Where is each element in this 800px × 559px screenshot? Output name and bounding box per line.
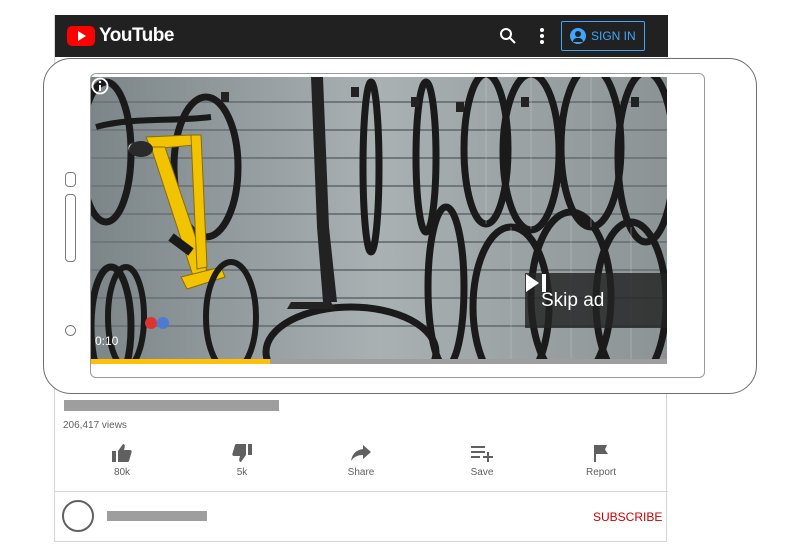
search-icon[interactable] (499, 27, 517, 45)
report-button[interactable]: Report (571, 443, 631, 478)
playlist-add-icon (471, 446, 493, 462)
sign-in-button[interactable]: SIGN IN (561, 21, 645, 51)
subscribe-button[interactable]: SUBSCRIBE (593, 510, 662, 524)
info-icon[interactable] (91, 77, 109, 95)
dislike-button[interactable]: 5k (212, 443, 272, 478)
ad-progress-bar[interactable] (91, 359, 667, 364)
share-button[interactable]: Share (331, 443, 391, 478)
view-count: 206,417 views (63, 420, 127, 431)
skip-next-icon (526, 274, 546, 292)
action-row: 80k 5k Share Save Report (55, 443, 668, 493)
channel-name-placeholder (107, 511, 207, 521)
ad-progress-fill (91, 359, 270, 364)
save-button[interactable]: Save (452, 443, 512, 478)
skip-ad-button[interactable]: Skip ad (525, 273, 667, 328)
brand-name: YouTube (99, 25, 174, 46)
report-label: Report (585, 467, 616, 478)
account-icon (570, 28, 586, 44)
share-label: Share (347, 467, 375, 478)
video-player[interactable]: Skip ad 0:10 (91, 77, 667, 364)
channel-avatar[interactable] (62, 500, 94, 532)
more-vert-icon[interactable] (535, 26, 549, 46)
save-label: Save (470, 467, 494, 478)
speaker-grille (65, 194, 76, 262)
divider (55, 491, 668, 492)
like-count: 80k (113, 467, 131, 478)
like-button[interactable]: 80k (92, 443, 152, 478)
thumb-down-icon (232, 444, 252, 462)
youtube-logo[interactable]: YouTube (67, 25, 174, 47)
camera-icon (65, 172, 76, 187)
home-button (65, 325, 76, 336)
skip-ad-label: Skip ad (541, 289, 605, 311)
video-title-placeholder (64, 400, 279, 411)
flag-icon (594, 445, 608, 462)
top-app-bar: YouTube SIGN IN (55, 15, 668, 57)
sign-in-label: SIGN IN (591, 29, 636, 43)
ad-time-remaining: 0:10 (95, 334, 119, 348)
share-icon (351, 445, 371, 461)
dislike-count: 5k (236, 467, 248, 478)
thumb-up-icon (112, 444, 132, 462)
youtube-play-icon (67, 26, 95, 46)
